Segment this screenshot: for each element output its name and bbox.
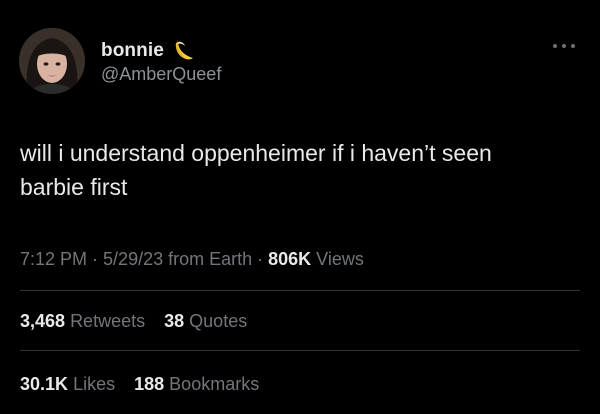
quotes-count: 38 bbox=[164, 311, 185, 331]
engagement-row-retweets: 3,468 Retweets 38 Quotes bbox=[20, 311, 261, 332]
display-name[interactable]: bonnie bbox=[101, 40, 164, 62]
meta-separator: · bbox=[87, 249, 104, 269]
banana-icon bbox=[170, 38, 196, 64]
retweets-label: Retweets bbox=[70, 311, 146, 331]
tweet-source: from Earth bbox=[163, 249, 253, 269]
quotes-stat[interactable]: 38 Quotes bbox=[164, 311, 247, 331]
views-count: 806K bbox=[268, 249, 312, 269]
divider bbox=[20, 290, 580, 291]
more-options-icon[interactable] bbox=[549, 36, 579, 56]
likes-label: Likes bbox=[73, 374, 116, 394]
engagement-row-likes: 30.1K Likes 188 Bookmarks bbox=[20, 374, 273, 395]
tweet-text: will i understand oppenheimer if i haven… bbox=[20, 136, 580, 204]
tweet-text-line: barbie first bbox=[20, 174, 128, 200]
meta-separator: · bbox=[252, 249, 269, 269]
avatar[interactable] bbox=[19, 28, 85, 94]
likes-stat[interactable]: 30.1K Likes bbox=[20, 374, 115, 394]
bookmarks-label: Bookmarks bbox=[169, 374, 260, 394]
retweets-stat[interactable]: 3,468 Retweets bbox=[20, 311, 145, 331]
user-handle[interactable]: @AmberQueef bbox=[101, 64, 221, 85]
tweet-time[interactable]: 7:12 PM bbox=[20, 249, 87, 269]
bookmarks-stat[interactable]: 188 Bookmarks bbox=[134, 374, 259, 394]
display-name-row: bonnie bbox=[101, 38, 196, 64]
retweets-count: 3,468 bbox=[20, 311, 66, 331]
likes-count: 30.1K bbox=[20, 374, 69, 394]
bookmarks-count: 188 bbox=[134, 374, 165, 394]
tweet-card: bonnie @AmberQueef will i understand opp… bbox=[0, 0, 600, 414]
tweet-meta: 7:12 PM · 5/29/23 from Earth · 806K View… bbox=[20, 249, 364, 270]
avatar-image bbox=[19, 28, 85, 94]
quotes-label: Quotes bbox=[189, 311, 248, 331]
tweet-date[interactable]: 5/29/23 bbox=[103, 249, 163, 269]
divider bbox=[20, 350, 580, 351]
views-label: Views bbox=[311, 249, 364, 269]
tweet-text-line: will i understand oppenheimer if i haven… bbox=[20, 140, 492, 166]
